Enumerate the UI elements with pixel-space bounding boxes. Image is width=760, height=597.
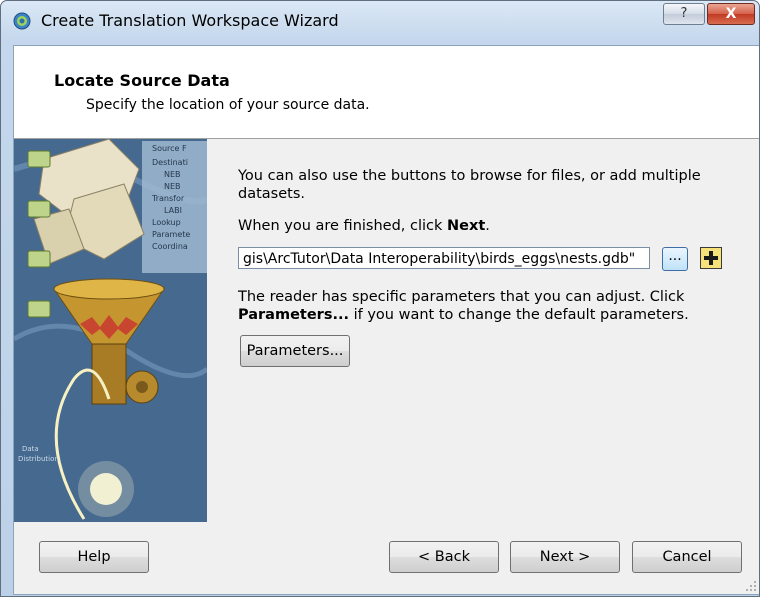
svg-text:Lookup: Lookup xyxy=(152,218,181,227)
close-button[interactable]: X xyxy=(707,3,755,25)
svg-text:Data: Data xyxy=(22,445,39,453)
content-area: You can also use the buttons to browse f… xyxy=(238,139,748,519)
svg-text:NEB: NEB xyxy=(164,170,181,179)
cancel-button[interactable]: Cancel xyxy=(632,541,742,573)
finished-text: When you are finished, click Next. xyxy=(238,218,490,234)
source-path-input[interactable]: gis\ArcTutor\Data Interoperability\birds… xyxy=(238,247,650,269)
next-button[interactable]: Next > xyxy=(510,541,620,573)
title-bar[interactable]: Create Translation Workspace Wizard ? X xyxy=(1,1,759,45)
browse-button[interactable]: ... xyxy=(662,247,688,271)
wizard-page: Locate Source Data Specify the location … xyxy=(13,45,759,595)
svg-text:Distribution: Distribution xyxy=(18,455,59,463)
svg-text:Destinati: Destinati xyxy=(152,158,188,167)
window-title: Create Translation Workspace Wizard xyxy=(41,11,339,30)
back-button[interactable]: < Back xyxy=(389,541,499,573)
resize-grip-icon[interactable] xyxy=(745,580,757,592)
wizard-illustration: Source F Destinati NEB NEB Transfor LABI… xyxy=(14,139,207,522)
help-title-button[interactable]: ? xyxy=(663,3,705,25)
illustration-art: Source F Destinati NEB NEB Transfor LABI… xyxy=(14,139,207,522)
svg-text:Transfor: Transfor xyxy=(151,194,185,203)
page-subtitle: Specify the location of your source data… xyxy=(86,97,370,113)
add-dataset-button[interactable] xyxy=(700,247,722,269)
button-bar: Help < Back Next > Cancel xyxy=(14,522,759,594)
wizard-window: Create Translation Workspace Wizard ? X … xyxy=(0,0,760,597)
intro-text: You can also use the buttons to browse f… xyxy=(238,168,701,202)
svg-text:NEB: NEB xyxy=(164,182,181,191)
svg-text:Paramete: Paramete xyxy=(152,230,190,239)
app-icon xyxy=(13,12,31,30)
page-title: Locate Source Data xyxy=(54,71,230,90)
svg-text:Source F: Source F xyxy=(152,144,187,153)
ellipsis-icon: ... xyxy=(668,248,682,264)
help-button[interactable]: Help xyxy=(39,541,149,573)
svg-text:LABI: LABI xyxy=(164,206,182,215)
svg-text:Coordina: Coordina xyxy=(152,242,188,251)
plus-icon xyxy=(704,251,718,265)
parameters-button[interactable]: Parameters... xyxy=(240,335,350,367)
page-header: Locate Source Data Specify the location … xyxy=(14,46,759,139)
reader-parameters-text: The reader has specific parameters that … xyxy=(238,289,689,323)
